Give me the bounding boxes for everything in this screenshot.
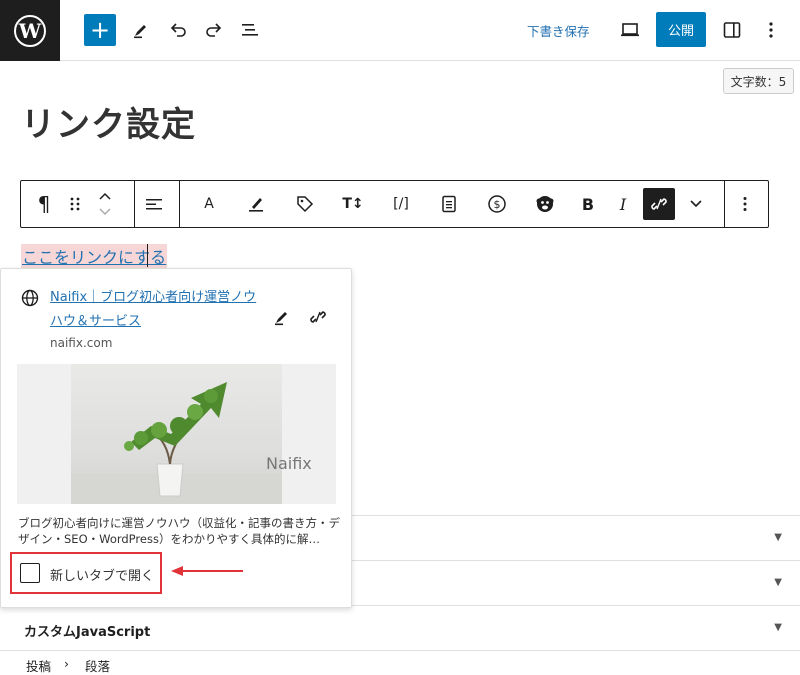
align-button[interactable] bbox=[141, 181, 167, 227]
preview-button[interactable] bbox=[614, 14, 646, 46]
wordpress-icon: W bbox=[14, 14, 46, 47]
globe-icon bbox=[21, 289, 39, 307]
publish-button[interactable]: 公開 bbox=[656, 12, 706, 47]
sidebar-icon bbox=[723, 22, 741, 38]
plugin-button[interactable] bbox=[532, 181, 558, 227]
more-vertical-icon bbox=[769, 22, 773, 38]
document-format-button[interactable] bbox=[436, 181, 462, 227]
pencil-tool-button[interactable] bbox=[125, 14, 157, 46]
toolbar-divider bbox=[134, 181, 135, 227]
link-description: ブログ初心者向けに運営ノウハウ（収益化・記事の書き方・デザイン・SEO・Word… bbox=[18, 516, 340, 546]
more-vertical-icon bbox=[743, 197, 747, 211]
code-icon: [/] bbox=[393, 196, 409, 212]
annotation-arrow-icon bbox=[171, 566, 243, 576]
unlink-button[interactable] bbox=[643, 188, 675, 220]
link-preview-image: Naifix bbox=[17, 364, 336, 504]
link-title[interactable]: Naifix｜ブログ初心者向け運営ノウハウ＆サービス bbox=[50, 286, 265, 334]
link-domain: naifix.com bbox=[50, 336, 113, 350]
save-draft-button[interactable]: 下書き保存 bbox=[527, 21, 590, 40]
drag-icon bbox=[70, 197, 80, 211]
breadcrumb-item-paragraph[interactable]: 段落 bbox=[85, 656, 110, 675]
marker-icon bbox=[249, 198, 263, 212]
link-off-icon bbox=[310, 311, 326, 323]
annotation-highlight-box: 新しいタブで開く bbox=[10, 552, 162, 594]
laptop-icon bbox=[621, 23, 639, 37]
inline-tag-button[interactable] bbox=[292, 181, 318, 227]
post-title[interactable]: リンク設定 bbox=[21, 97, 196, 146]
block-options-button[interactable] bbox=[733, 181, 757, 227]
link-popover: Naifix｜ブログ初心者向け運営ノウハウ＆サービス naifix.com Na… bbox=[0, 268, 352, 608]
triangle-down-icon: ▼ bbox=[774, 532, 782, 543]
document-icon bbox=[442, 195, 456, 213]
move-up-down-buttons[interactable] bbox=[93, 181, 117, 227]
highlight-button[interactable] bbox=[243, 181, 269, 227]
letter-a-icon: A bbox=[204, 196, 214, 212]
italic-icon: I bbox=[619, 194, 627, 214]
bold-button[interactable]: B bbox=[575, 181, 601, 227]
monkey-face-icon bbox=[536, 196, 554, 212]
block-toolbar: ¶ A T↕ [/] $ B I bbox=[20, 180, 769, 228]
preview-watermark: Naifix bbox=[266, 454, 312, 473]
link-off-icon bbox=[651, 198, 667, 210]
affiliate-button[interactable]: $ bbox=[484, 181, 510, 227]
chevron-up-down-icon bbox=[99, 192, 111, 216]
paragraph-block-button[interactable]: ¶ bbox=[31, 181, 57, 227]
dollar-circle-icon: $ bbox=[488, 195, 506, 213]
options-menu-button[interactable] bbox=[755, 14, 787, 46]
toolbar-divider bbox=[724, 181, 725, 227]
redo-icon bbox=[206, 23, 222, 37]
panel-title: カスタムJavaScript bbox=[24, 625, 151, 640]
custom-javascript-panel[interactable]: カスタムJavaScript ▼ bbox=[0, 605, 800, 651]
text-cursor bbox=[147, 244, 148, 267]
toolbar-divider bbox=[179, 181, 180, 227]
undo-icon bbox=[170, 23, 186, 37]
undo-button[interactable] bbox=[162, 14, 194, 46]
pencil-icon bbox=[134, 25, 146, 39]
svg-text:$: $ bbox=[494, 198, 501, 211]
triangle-down-icon: ▼ bbox=[774, 622, 782, 633]
open-new-tab-checkbox[interactable] bbox=[20, 563, 40, 583]
text-size-icon: T↕ bbox=[342, 196, 364, 212]
editor-top-toolbar: W + 下書き保存 公開 bbox=[0, 0, 800, 61]
drag-handle[interactable] bbox=[63, 181, 87, 227]
paragraph-icon: ¶ bbox=[37, 192, 51, 216]
text-size-button[interactable]: T↕ bbox=[340, 181, 366, 227]
tag-icon bbox=[297, 196, 314, 213]
breadcrumb-item-post[interactable]: 投稿 bbox=[26, 656, 51, 675]
inline-code-button[interactable]: [/] bbox=[388, 181, 414, 227]
plant-arrow-illustration bbox=[71, 382, 282, 504]
linked-text[interactable]: ここをリンクにする bbox=[21, 244, 168, 268]
align-left-icon bbox=[146, 199, 162, 210]
edit-link-button[interactable] bbox=[270, 305, 294, 329]
more-formatting-button[interactable] bbox=[684, 181, 708, 227]
remove-link-button[interactable] bbox=[306, 305, 330, 329]
font-size-button[interactable]: A bbox=[196, 181, 222, 227]
settings-sidebar-toggle[interactable] bbox=[716, 14, 748, 46]
open-new-tab-label[interactable]: 新しいタブで開く bbox=[50, 565, 154, 584]
growth-plant-image: Naifix bbox=[71, 364, 312, 504]
add-block-button[interactable]: + bbox=[84, 14, 116, 46]
breadcrumb-separator: › bbox=[64, 656, 69, 671]
word-count-badge: 文字数：5 bbox=[723, 68, 794, 94]
pencil-icon bbox=[275, 312, 287, 326]
triangle-down-icon: ▼ bbox=[774, 577, 782, 588]
wordpress-logo-button[interactable]: W bbox=[0, 0, 60, 61]
chevron-down-icon bbox=[690, 200, 702, 208]
italic-button[interactable]: I bbox=[610, 181, 636, 227]
breadcrumb: 投稿 › 段落 bbox=[0, 650, 800, 675]
list-view-icon bbox=[242, 24, 258, 36]
bold-icon: B bbox=[581, 194, 595, 214]
document-overview-button[interactable] bbox=[234, 14, 266, 46]
redo-button[interactable] bbox=[198, 14, 230, 46]
